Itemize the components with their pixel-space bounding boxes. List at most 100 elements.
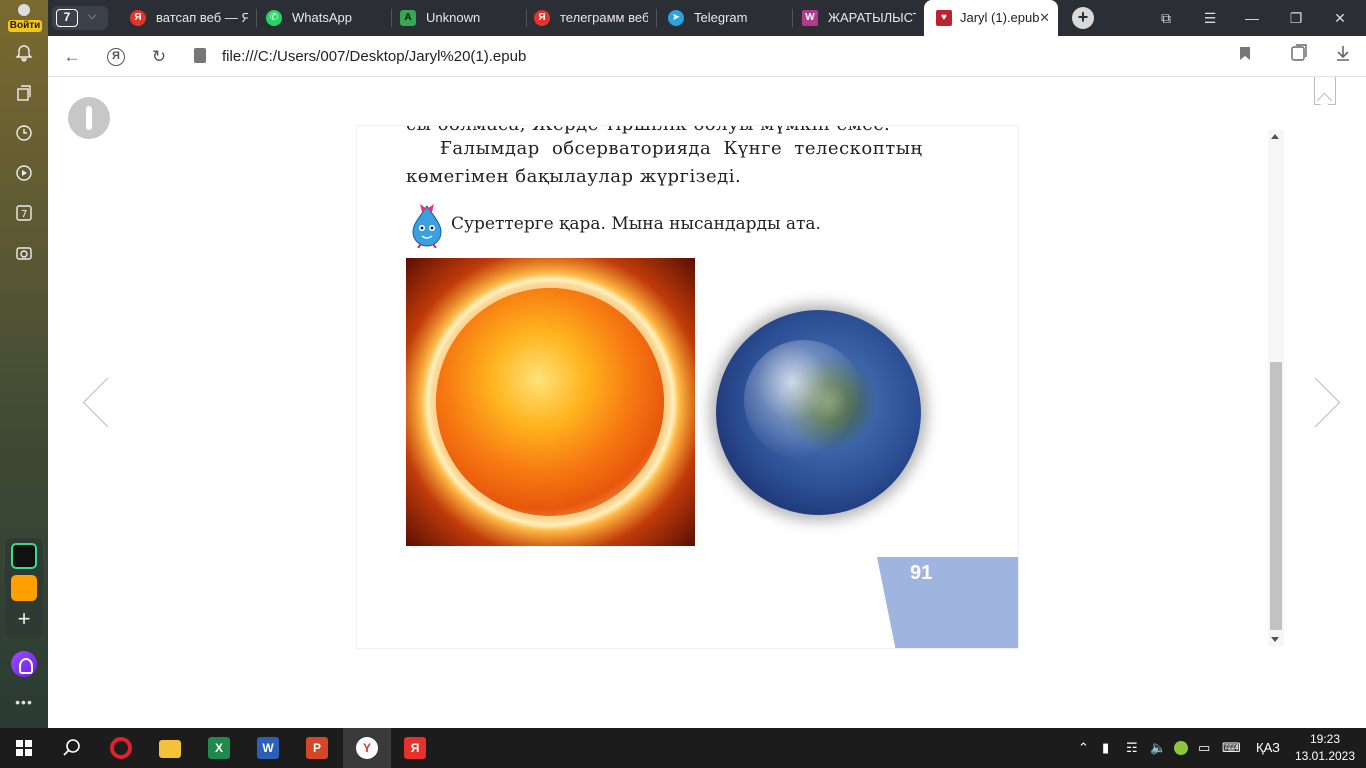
tab-bar: 7 ⌵ Я ватсап веб — Я ✆ WhatsApp A Unknow… <box>48 0 1366 36</box>
telegram-icon: ➤ <box>668 10 684 26</box>
tab-label: телеграмм веб <box>560 10 648 25</box>
whatsapp-icon: ✆ <box>266 10 282 26</box>
tab-label: Telegram <box>694 10 748 25</box>
show-hidden-icons-icon[interactable]: ⌃ <box>1078 728 1094 768</box>
keyboard-icon[interactable]: ⌨ <box>1222 728 1246 768</box>
tab-telegramm-veb[interactable]: Я телеграмм веб <box>534 0 648 36</box>
scroll-up-arrow-icon[interactable] <box>1271 134 1279 139</box>
page-number: 91 <box>910 562 933 584</box>
wifi-icon[interactable]: ☶ <box>1126 728 1144 768</box>
page-number-band <box>877 557 1018 648</box>
close-tab-icon[interactable]: ✕ <box>1039 0 1050 36</box>
sidebar-apps-panel: + <box>5 538 43 638</box>
file-explorer-icon[interactable] <box>146 728 194 768</box>
tab-count: 7 <box>56 9 78 27</box>
paragraph-line-1: Ғалымдар обсерваторияда Күнге телескопты… <box>440 138 923 159</box>
clock-time: 19:23 <box>1309 732 1341 746</box>
tab-label: Unknown <box>426 10 481 25</box>
yandex-icon: Я <box>534 10 550 26</box>
powerpoint-icon[interactable]: P <box>293 728 341 768</box>
profile-button[interactable]: Войти <box>6 4 42 32</box>
tab-separator <box>656 9 657 27</box>
tab-counter-button[interactable]: 7 ⌵ <box>52 6 108 30</box>
earth-image <box>716 310 921 515</box>
tab-telegram[interactable]: ➤ Telegram <box>668 0 786 36</box>
play-icon[interactable] <box>12 164 36 188</box>
notifications-icon[interactable]: ▭ <box>1198 728 1216 768</box>
more-icon[interactable]: ••• <box>12 694 36 710</box>
chevron-down-icon: ⌵ <box>88 10 97 22</box>
bell-icon[interactable] <box>12 44 36 68</box>
mail-icon[interactable] <box>11 575 37 601</box>
reader-mode-icon[interactable] <box>1286 44 1312 70</box>
tab-separator <box>391 9 392 27</box>
tab-label: Jaryl (1).epub <box>960 10 1040 25</box>
reload-button[interactable]: ↻ <box>146 44 172 70</box>
yandex-button[interactable]: Я <box>103 44 129 70</box>
new-tab-button[interactable]: + <box>1072 7 1094 29</box>
excel-icon[interactable]: X <box>195 728 243 768</box>
clock[interactable]: 19:23 13.01.2023 <box>1290 731 1360 765</box>
minimize-icon[interactable]: — <box>1234 0 1270 36</box>
clock-date: 13.01.2023 <box>1294 749 1356 763</box>
windows-start-icon[interactable] <box>0 728 48 768</box>
add-app-icon[interactable]: + <box>11 607 37 633</box>
file-icon <box>194 48 206 63</box>
alice-assistant-icon[interactable] <box>11 651 37 677</box>
scroll-down-arrow-icon[interactable] <box>1271 637 1279 642</box>
tab-separator <box>256 9 257 27</box>
word-icon[interactable]: W <box>244 728 292 768</box>
url-field[interactable]: file:///C:/Users/007/Desktop/Jaryl%20(1)… <box>222 48 526 65</box>
sun-image <box>406 258 695 546</box>
screenshot-icon[interactable] <box>12 244 36 268</box>
download-icon[interactable] <box>1330 44 1356 70</box>
history-icon[interactable] <box>12 124 36 148</box>
tab-whatsapp[interactable]: ✆ WhatsApp <box>266 0 384 36</box>
tab-separator <box>526 9 527 27</box>
task-instruction: Суреттерге қара. Мына нысандарды ата. <box>451 214 821 234</box>
reader-menu-button[interactable] <box>68 97 110 139</box>
security-shield-icon[interactable] <box>1174 728 1190 768</box>
paragraph-line-2: көмегімен бақылаулар жүргізеді. <box>406 166 742 187</box>
scrollbar-thumb[interactable] <box>1270 362 1282 630</box>
user-avatar-icon <box>18 4 30 16</box>
tab-vatsap-veb[interactable]: Я ватсап веб — Я <box>130 0 248 36</box>
yandex-icon: Я <box>130 10 146 26</box>
book-page: сы болмаса, Жерде тіршілік болуы мүмкін … <box>357 126 1018 648</box>
browser-sidebar: Войти 7 + ••• <box>0 0 48 728</box>
language-indicator[interactable]: ҚАЗ <box>1256 728 1284 768</box>
yandex-icon[interactable]: Я <box>391 728 439 768</box>
water-drop-mascot-icon <box>412 204 442 248</box>
alice-station-icon[interactable] <box>11 543 37 569</box>
collections-icon[interactable] <box>12 84 36 108</box>
yandex-logo-icon: Я <box>107 48 125 66</box>
close-icon[interactable]: ✕ <box>1322 0 1358 36</box>
volume-icon[interactable]: 🔈 <box>1150 728 1166 768</box>
yandex-browser-icon[interactable]: Y <box>343 728 391 768</box>
unknown-app-icon: A <box>400 10 416 26</box>
restore-icon[interactable]: ❐ <box>1278 0 1314 36</box>
tabs-sync-icon[interactable]: ⧉ <box>1148 0 1184 36</box>
page-bookmark-icon[interactable] <box>1314 77 1336 105</box>
menu-icon[interactable]: ☰ <box>1192 0 1228 36</box>
tab-jaryl-epub[interactable]: ♥ Jaryl (1).epub ✕ <box>924 0 1058 36</box>
partially-visible-line: сы болмаса, Жерде тіршілік болуы мүмкін … <box>406 126 890 135</box>
book-icon: W <box>802 10 818 26</box>
epub-viewer: сы болмаса, Жерде тіршілік болуы мүмкін … <box>48 77 1366 728</box>
battery-icon[interactable]: ▮ <box>1102 728 1118 768</box>
tab-separator <box>792 9 793 27</box>
tab-zharatylystanu[interactable]: W ЖАРАТЫЛЫСТА <box>802 0 916 36</box>
address-bar: ← Я ↻ file:///C:/Users/007/Desktop/Jaryl… <box>48 36 1366 77</box>
login-label: Войти <box>8 20 42 32</box>
next-page-arrow[interactable] <box>1310 377 1334 427</box>
seven-icon[interactable]: 7 <box>12 204 36 228</box>
opera-icon[interactable] <box>97 728 145 768</box>
back-button[interactable]: ← <box>59 44 85 70</box>
previous-page-arrow[interactable] <box>86 377 110 427</box>
bookmark-icon[interactable] <box>1232 44 1258 70</box>
tab-unknown[interactable]: A Unknown <box>400 0 518 36</box>
epub-icon: ♥ <box>936 10 952 26</box>
seven-label: 7 <box>21 209 27 220</box>
search-icon[interactable] <box>48 728 96 768</box>
vertical-scrollbar[interactable] <box>1268 130 1284 646</box>
